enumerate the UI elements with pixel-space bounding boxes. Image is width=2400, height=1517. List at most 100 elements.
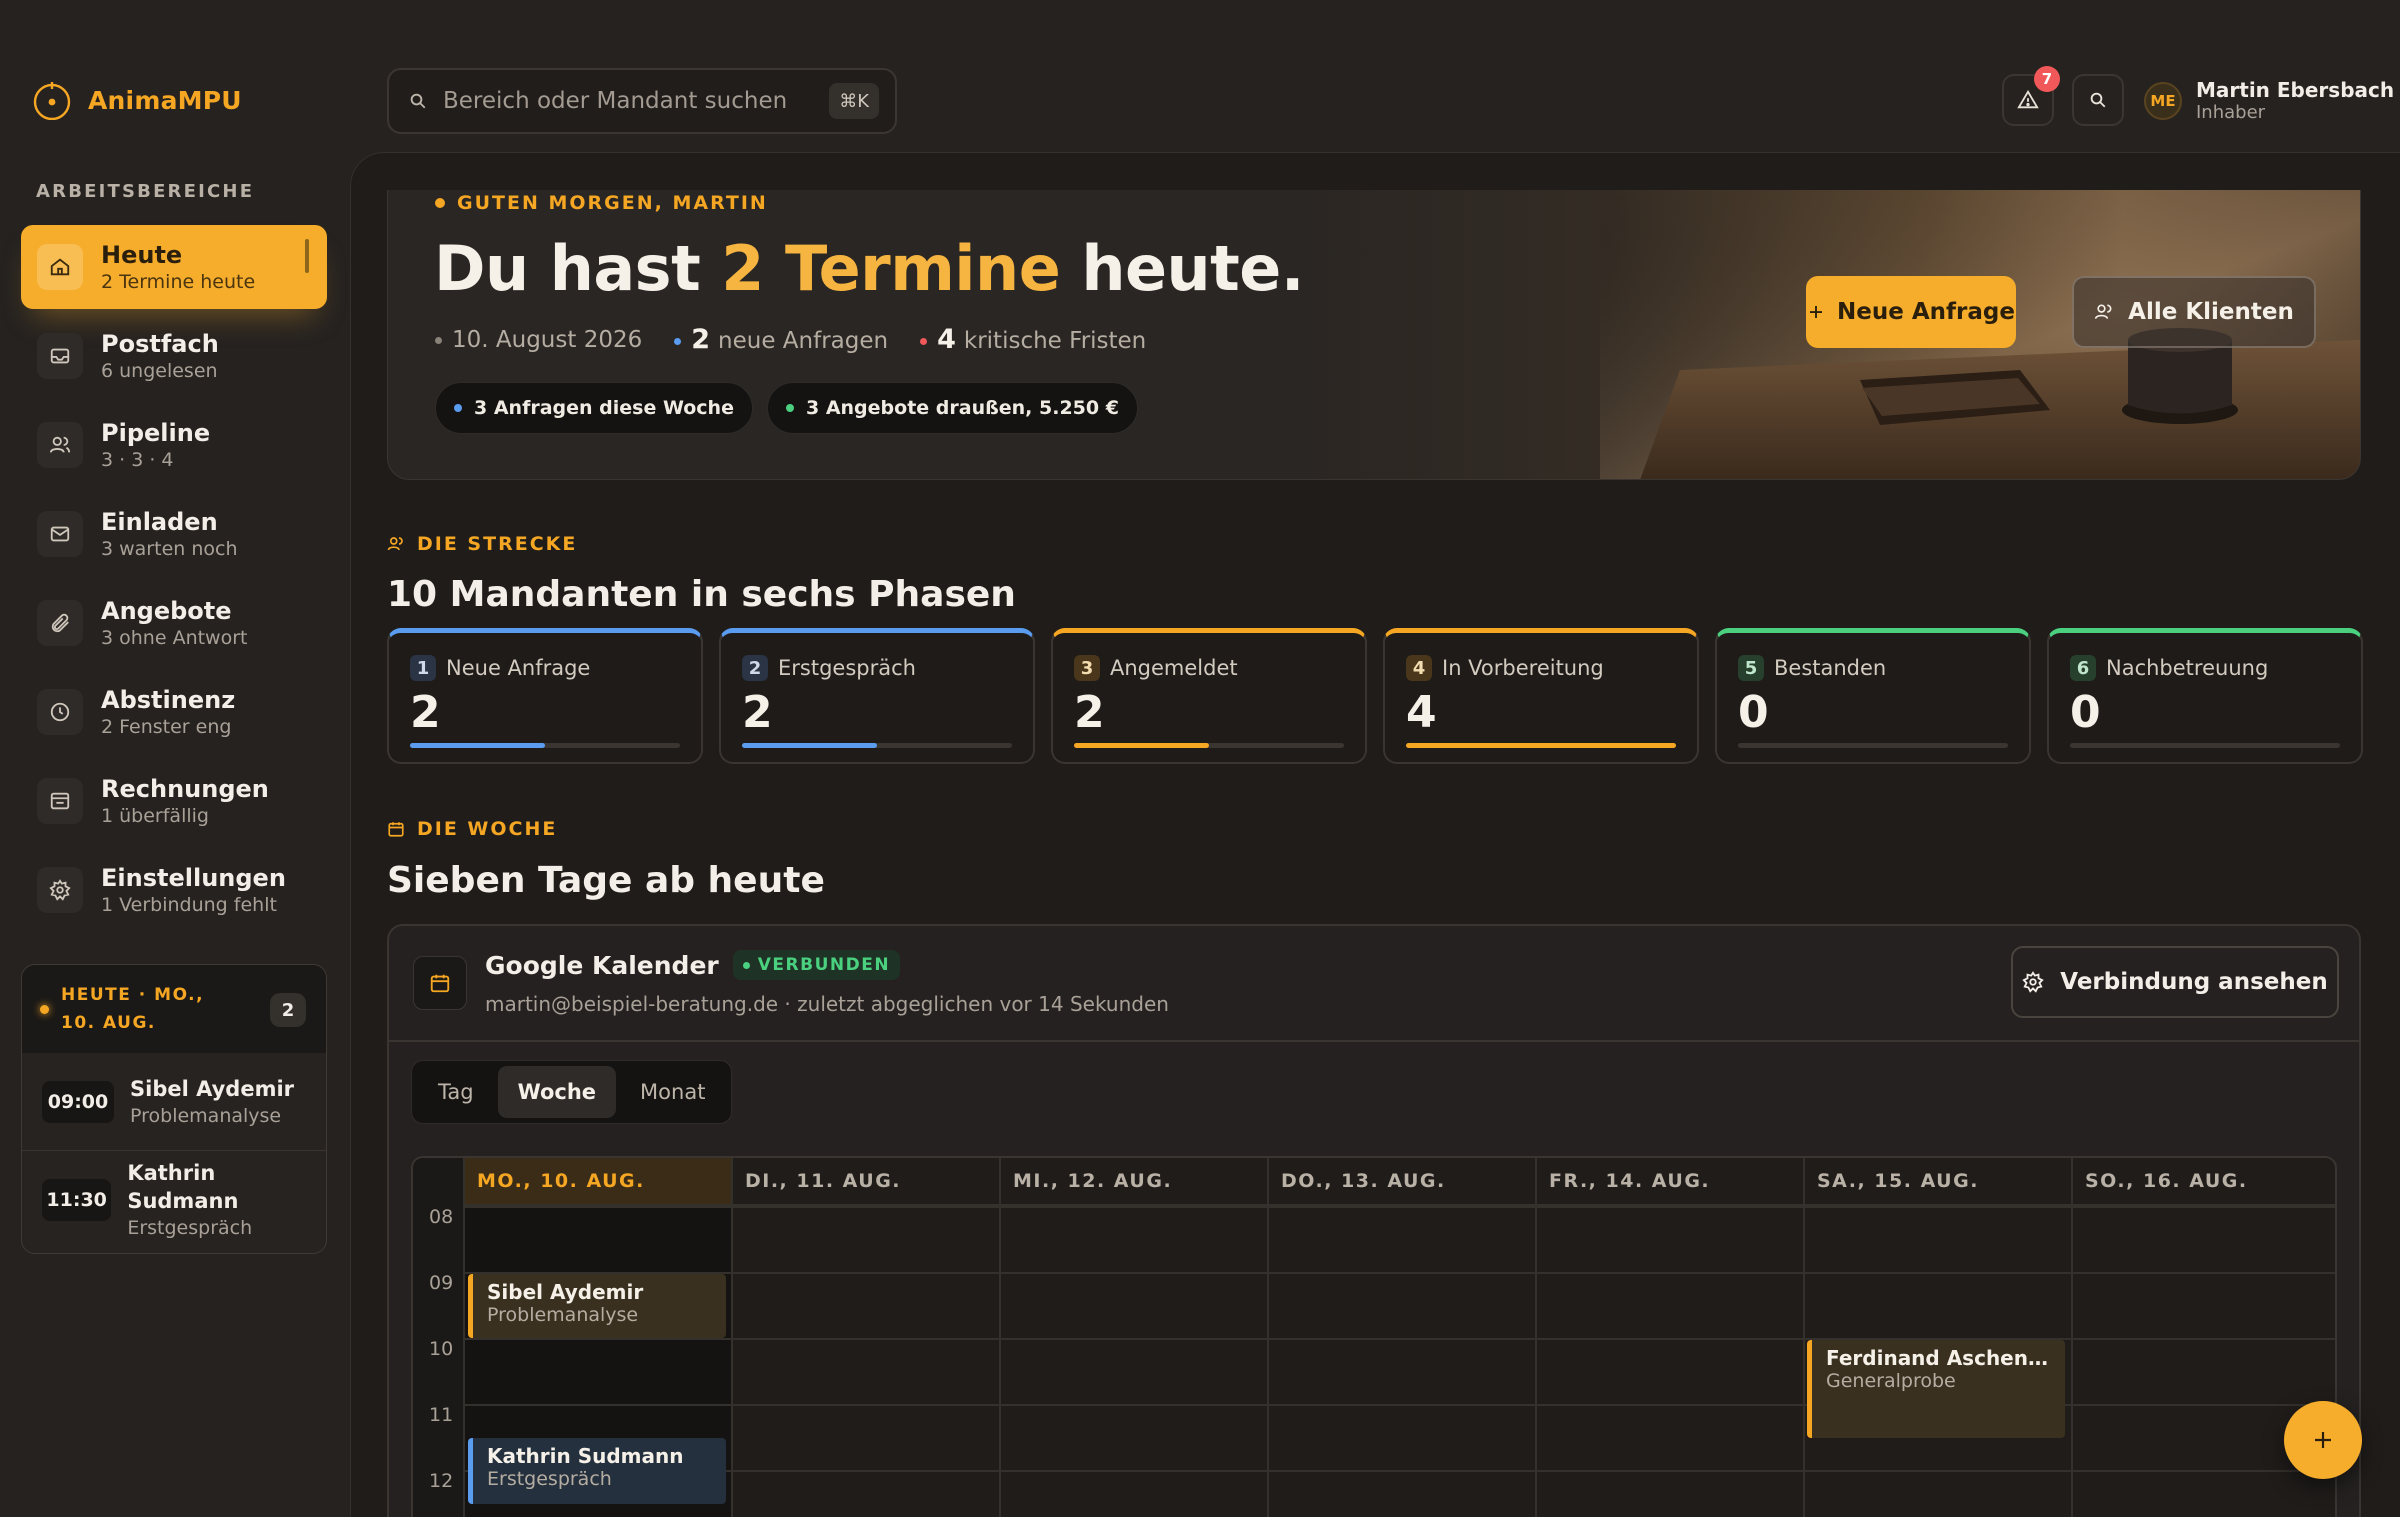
appointment-time: 11:30	[42, 1179, 112, 1221]
plus-icon	[1810, 306, 1823, 318]
phase-count: 2	[410, 687, 441, 738]
appointment-name: Sibel Aydemir	[130, 1076, 295, 1101]
user-name: Martin Ebersbach	[2196, 78, 2395, 102]
chip-requests-week[interactable]: 3 Anfragen diese Woche	[435, 382, 753, 434]
phase-name: Neue Anfrage	[446, 656, 591, 680]
phase-number: 2	[742, 655, 768, 681]
search-input[interactable]: Bereich oder Mandant suchen ⌘K	[387, 68, 897, 134]
sidebar-item-label: Einladen	[101, 508, 218, 536]
phase-card[interactable]: 6 Nachbetreuung 0	[2047, 628, 2363, 764]
sidebar-item-einstellungen[interactable]: Einstellungen 1 Verbindung fehlt	[21, 848, 327, 932]
phase-progress	[1406, 743, 1676, 748]
warning-icon	[2017, 89, 2039, 109]
calendar-name: Google Kalender	[485, 950, 719, 980]
sidebar-item-label: Heute	[101, 241, 183, 269]
phase-count: 4	[1406, 687, 1437, 738]
sidebar-nav: Heute 2 Termine heute Postfach 6 ungelesen…	[21, 225, 327, 937]
sidebar-item-label: Postfach	[101, 330, 219, 358]
appointment-time: 09:00	[42, 1080, 114, 1123]
search-button[interactable]	[2072, 74, 2124, 126]
pipeline-section-label: DIE STRECKE	[387, 533, 577, 555]
calendar-header: Google Kalender VERBUNDEN martin@beispie…	[389, 926, 2359, 1042]
phase-progress	[742, 743, 1012, 748]
phase-card[interactable]: 4 In Vorbereitung 4	[1383, 628, 1699, 764]
phase-name: Erstgespräch	[778, 656, 916, 680]
phase-name: Angemeldet	[1110, 656, 1238, 680]
day-header: MI., 12. AUG.	[1001, 1158, 1267, 1206]
event-name: Kathrin Sudmann	[487, 1444, 684, 1468]
brand-logo-icon	[33, 82, 71, 120]
phase-card[interactable]: 5 Bestanden 0	[1715, 628, 2031, 764]
phase-number: 5	[1738, 655, 1764, 681]
view-switcher: Tag Woche Monat	[411, 1060, 733, 1124]
hero-facts: 10. August 2026 2 neue Anfragen 4 kritisch…	[435, 324, 1146, 355]
view-connection-button[interactable]: Verbindung ansehen	[2011, 946, 2339, 1018]
sidebar-item-label: Einstellungen	[101, 864, 286, 892]
phase-card[interactable]: 1 Neue Anfrage 2	[387, 628, 703, 764]
today-appointment[interactable]: 11:30 Kathrin Sudmann Erstgespräch	[22, 1151, 326, 1249]
alerts-button[interactable]: 7	[2002, 66, 2060, 126]
fact-date: 10. August 2026	[435, 327, 642, 353]
sidebar-item-abstinenz[interactable]: Abstinenz 2 Fenster eng	[21, 670, 327, 754]
clock-icon	[37, 689, 83, 735]
hero-banner: GUTEN MORGEN, MARTIN Du hast 2 Termine h…	[387, 190, 2361, 480]
sidebar-item-heute[interactable]: Heute 2 Termine heute	[21, 225, 327, 309]
live-dot-icon	[40, 1004, 49, 1014]
day-header: DI., 11. AUG.	[733, 1158, 999, 1206]
sidebar-item-sub: 1 überfällig	[101, 805, 209, 827]
sidebar-item-label: Abstinenz	[101, 686, 236, 714]
view-tab-tag[interactable]: Tag	[418, 1066, 494, 1118]
status-badge: VERBUNDEN	[732, 950, 901, 980]
phase-card[interactable]: 3 Angemeldet 2	[1051, 628, 1367, 764]
sidebar-item-sub: 1 Verbindung fehlt	[101, 894, 277, 916]
sidebar-item-angebote[interactable]: Angebote 3 ohne Antwort	[21, 581, 327, 665]
add-fab-button[interactable]	[2284, 1401, 2362, 1479]
phase-number: 3	[1074, 655, 1100, 681]
plus-icon	[2315, 1432, 2331, 1448]
sidebar-item-sub: 2 Fenster eng	[101, 716, 232, 738]
chip-offers-out[interactable]: 3 Angebote draußen, 5.250 €	[766, 382, 1138, 434]
calendar-title-row: Google Kalender VERBUNDEN	[485, 950, 901, 980]
all-clients-button[interactable]: Alle Klienten	[2072, 276, 2316, 348]
search-icon	[2090, 92, 2106, 108]
appointment-type: Problemanalyse	[130, 1104, 282, 1127]
sidebar-item-postfach[interactable]: Postfach 6 ungelesen	[21, 314, 327, 398]
home-icon	[37, 244, 83, 290]
greeting-dot-icon	[435, 198, 445, 208]
today-card-count: 2	[270, 993, 306, 1027]
brand[interactable]: AnimaMPU	[32, 80, 242, 120]
phase-name: In Vorbereitung	[1442, 656, 1604, 680]
sidebar-item-pipeline[interactable]: Pipeline 3 · 3 · 4	[21, 403, 327, 487]
sidebar-item-rechnungen[interactable]: Rechnungen 1 überfällig	[21, 759, 327, 843]
hour-label: 11	[429, 1404, 454, 1426]
pipeline-title: 10 Mandanten in sechs Phasen	[387, 574, 1016, 615]
appointment-name: Kathrin Sudmann	[127, 1161, 239, 1213]
brand-name: AnimaMPU	[88, 85, 242, 115]
hour-line	[463, 1470, 2335, 1472]
user-menu[interactable]: ME Martin Ebersbach Inhaber	[2144, 78, 2394, 124]
hour-label: 10	[429, 1338, 454, 1360]
users-icon	[37, 422, 83, 468]
phase-card[interactable]: 2 Erstgespräch 2	[719, 628, 1035, 764]
phase-count: 2	[1074, 687, 1105, 738]
hour-label: 09	[429, 1272, 454, 1294]
phase-name: Bestanden	[1774, 656, 1887, 680]
status-dot-icon	[742, 961, 750, 969]
calendar-icon	[388, 822, 404, 837]
view-tab-monat[interactable]: Monat	[620, 1066, 725, 1118]
event-name: Sibel Aydemir	[487, 1280, 644, 1304]
event-name: Ferdinand Aschenbre...	[1826, 1346, 2051, 1370]
pipeline-phases: 1 Neue Anfrage 2 2 Erstgespräch 2 3 Angemel…	[387, 628, 2363, 764]
sidebar-item-einladen[interactable]: Einladen 3 warten noch	[21, 492, 327, 576]
new-request-button[interactable]: Neue Anfrage	[1806, 276, 2016, 348]
calendar-event[interactable]: Kathrin Sudmann Erstgespräch	[468, 1438, 726, 1504]
calendar-event[interactable]: Sibel Aydemir Problemanalyse	[468, 1274, 726, 1338]
calendar-sync-info: martin@beispiel-beratung.de · zuletzt ab…	[485, 992, 1169, 1016]
phase-count: 0	[1738, 687, 1769, 738]
calendar-event[interactable]: Ferdinand Aschenbre... Generalprobe	[1807, 1340, 2065, 1438]
sidebar-item-label: Rechnungen	[101, 775, 269, 803]
view-tab-woche[interactable]: Woche	[497, 1066, 617, 1118]
hour-label: 12	[429, 1470, 454, 1492]
today-card-header: HEUTE · MO., 10. AUG. 2	[22, 965, 326, 1053]
today-appointment[interactable]: 09:00 Sibel Aydemir Problemanalyse	[22, 1053, 326, 1151]
